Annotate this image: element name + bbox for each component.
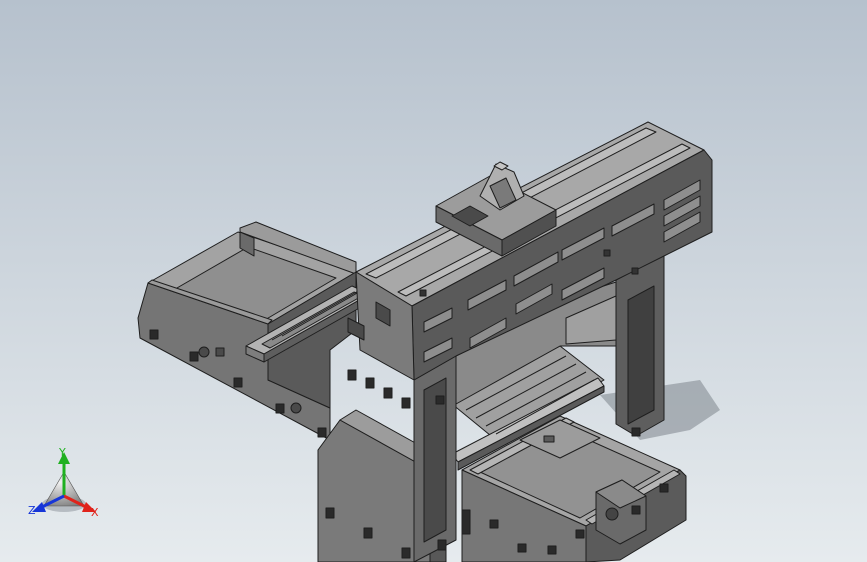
graphics-viewport[interactable]: Y X Z <box>0 0 867 562</box>
view-orientation-triad[interactable]: Y X Z <box>24 446 104 522</box>
z-axis-label: Z <box>28 504 36 517</box>
y-axis-label: Y <box>58 446 66 459</box>
machine-tool-model[interactable] <box>0 0 867 562</box>
x-axis-label: X <box>91 506 99 519</box>
left-bed <box>137 221 357 441</box>
